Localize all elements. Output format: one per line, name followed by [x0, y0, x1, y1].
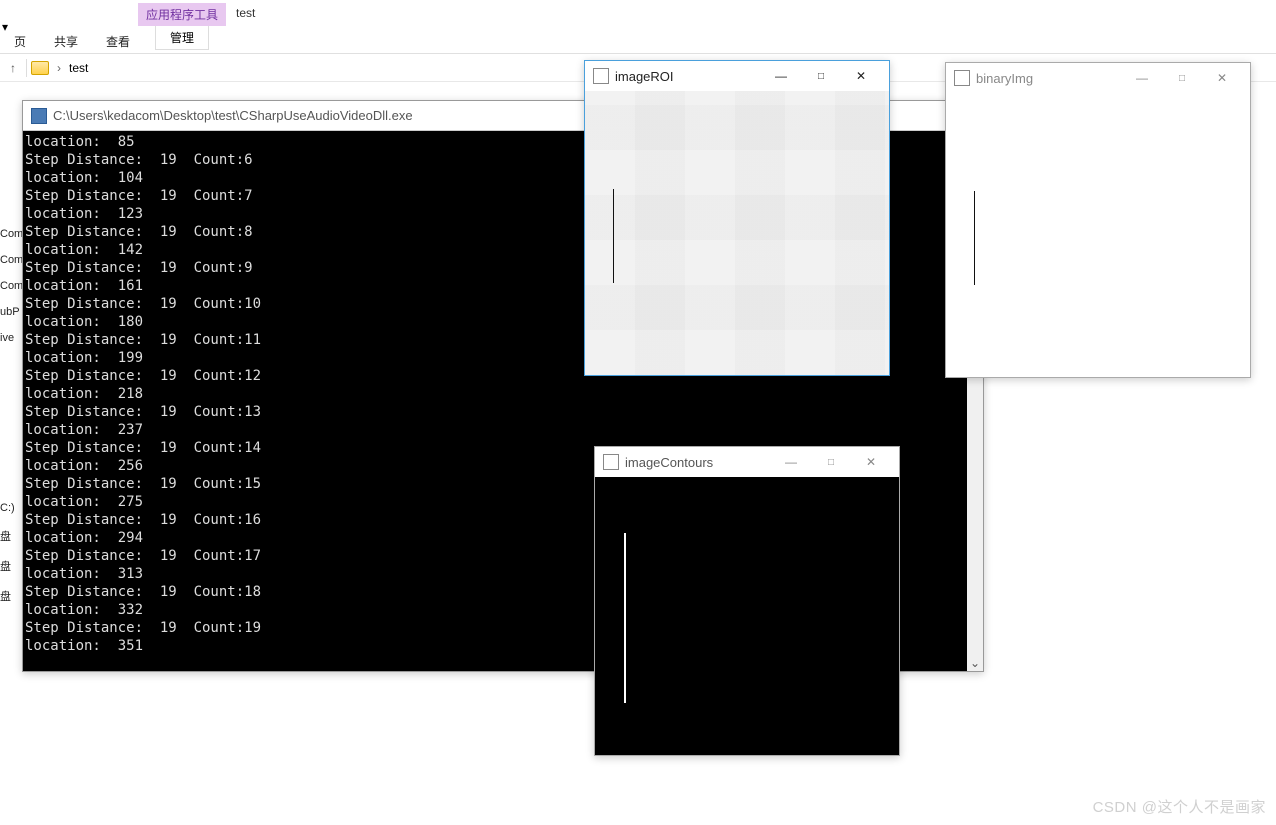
sidebar-frag: ive	[0, 332, 18, 344]
window-image-roi: imageROI — □ ✕	[584, 60, 890, 376]
minimize-button[interactable]: —	[771, 448, 811, 476]
sidebar-frag: 盘	[0, 558, 18, 574]
maximize-button[interactable]: □	[1162, 64, 1202, 92]
watermark: CSDN @这个人不是画家	[1093, 796, 1266, 817]
ribbon-context-name: test	[226, 3, 265, 23]
binary-line	[974, 191, 975, 285]
contour-line	[624, 533, 626, 703]
maximize-button[interactable]: □	[811, 448, 851, 476]
sidebar-frag: 盘	[0, 588, 18, 604]
console-app-icon	[31, 108, 47, 124]
scroll-down-icon[interactable]: ⌄	[967, 655, 983, 671]
ribbon-tab-manage[interactable]: 管理	[155, 26, 209, 50]
sidebar-frag: Com	[0, 254, 18, 266]
close-button[interactable]: ✕	[851, 448, 891, 476]
folder-icon	[31, 61, 49, 75]
close-button[interactable]: ✕	[841, 62, 881, 90]
close-button[interactable]: ✕	[1202, 64, 1242, 92]
sidebar-partial: Com Com Com ubP ive C:) 盘 盘 盘	[0, 90, 18, 618]
titlebar-image-contours[interactable]: imageContours — □ ✕	[595, 447, 899, 477]
chevron-icon[interactable]: ›	[53, 61, 65, 75]
ribbon-tab-share[interactable]: 共享	[40, 30, 92, 53]
window-title: binaryImg	[976, 71, 1033, 86]
binary-img-canvas	[946, 93, 1250, 377]
titlebar-binary-img[interactable]: binaryImg — □ ✕	[946, 63, 1250, 93]
explorer-ribbon: ▾ 应用程序工具 管理 test 页 共享 查看	[0, 0, 1276, 54]
titlebar-image-roi[interactable]: imageROI — □ ✕	[585, 61, 889, 91]
minimize-button[interactable]: —	[1122, 64, 1162, 92]
ribbon-tab-view[interactable]: 查看	[92, 30, 144, 53]
ribbon-context-group: 应用程序工具 管理	[138, 3, 226, 50]
app-icon	[593, 68, 609, 84]
app-icon	[954, 70, 970, 86]
roi-line	[613, 189, 614, 283]
console-title-text: C:\Users\kedacom\Desktop\test\CSharpUseA…	[53, 108, 413, 123]
ribbon-context-tab[interactable]: 应用程序工具	[138, 3, 226, 26]
ribbon-tab-home[interactable]: 页	[0, 30, 40, 53]
sidebar-frag: C:)	[0, 502, 18, 514]
divider	[26, 59, 27, 77]
window-binary-img: binaryImg — □ ✕	[945, 62, 1251, 378]
up-button[interactable]: ↑	[4, 59, 22, 77]
ribbon-lower-row: 页 共享 查看	[0, 30, 144, 53]
window-title: imageContours	[625, 455, 713, 470]
sidebar-frag: 盘	[0, 528, 18, 544]
minimize-button[interactable]: —	[761, 62, 801, 90]
app-icon	[603, 454, 619, 470]
maximize-button[interactable]: □	[801, 62, 841, 90]
breadcrumb-folder[interactable]: test	[69, 61, 88, 75]
sidebar-frag: Com	[0, 280, 18, 292]
window-title: imageROI	[615, 69, 674, 84]
image-roi-canvas	[585, 91, 889, 375]
sidebar-frag: Com	[0, 228, 18, 240]
sidebar-frag: ubP	[0, 306, 18, 318]
image-contours-canvas	[595, 477, 899, 755]
window-image-contours: imageContours — □ ✕	[594, 446, 900, 756]
